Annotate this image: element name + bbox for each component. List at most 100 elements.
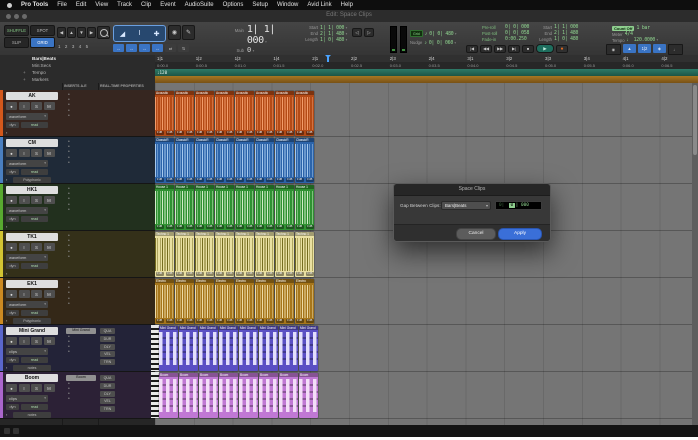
audio-clip[interactable]: Electro0 dB0 dB <box>235 279 254 325</box>
elastic-audio-plugin-selector[interactable]: Polyphonic <box>13 177 51 183</box>
audio-clip[interactable]: ClassicR0 dB0 dB <box>175 138 194 184</box>
fast-forward-button[interactable]: ▶▶ <box>494 45 506 53</box>
dyn-button[interactable]: dyn <box>6 310 19 317</box>
audio-clip[interactable]: Mini Grand <box>259 326 278 372</box>
automation-mode-selector[interactable]: read <box>21 357 48 364</box>
menu-item-pro-tools[interactable]: Pro Tools <box>21 2 48 8</box>
audio-clip[interactable]: Techno 10 dB0 dB <box>235 232 254 278</box>
input-monitor-button[interactable]: I <box>19 290 30 298</box>
audio-clip[interactable]: Mini Grand <box>279 326 298 372</box>
zoom-preset-number-2[interactable]: 2 <box>65 44 68 49</box>
zoom-out-vertical-icon[interactable]: ▼ <box>77 27 86 38</box>
track-options-icon[interactable]: ▪ <box>6 224 7 229</box>
clip-gain-badge[interactable]: 0 dB <box>276 319 284 323</box>
automation-mode-selector[interactable]: read <box>21 263 48 270</box>
clip-gain-badge[interactable]: 0 dB <box>246 131 254 135</box>
add-tempo-icon[interactable]: + <box>23 69 26 76</box>
clip-gain-badge[interactable]: 0 dB <box>256 272 264 276</box>
audio-clip[interactable]: ClassicR0 dB0 dB <box>295 138 314 184</box>
gap-value-field[interactable]: 0| 0 | 000 <box>495 201 542 210</box>
clip-gain-badge[interactable]: 0 dB <box>216 319 224 323</box>
ruler-min-secs[interactable]: Min:Secs <box>0 62 155 69</box>
link-timeline-edit[interactable]: ⇄ <box>165 44 176 52</box>
apply-button[interactable]: Apply <box>498 228 542 240</box>
record-enable-button[interactable]: ● <box>6 384 17 392</box>
zoom-preset-number-4[interactable]: 4 <box>79 44 82 49</box>
audio-clip[interactable]: ClassicR0 dB0 dB <box>215 138 234 184</box>
menu-item-avid-link[interactable]: Avid Link <box>307 2 331 8</box>
rtp-dur-button[interactable]: DUR <box>100 336 115 342</box>
clip-gain-badge[interactable]: 0 dB <box>236 272 244 276</box>
track-view-selector[interactable]: clips <box>6 348 48 355</box>
dyn-button[interactable]: dyn <box>6 122 19 129</box>
menu-item-help[interactable]: Help <box>341 2 353 8</box>
dyn-button[interactable]: dyn <box>6 404 19 411</box>
clip-gain-badge[interactable]: 0 dB <box>276 178 284 182</box>
clip-gain-badge[interactable]: 0 dB <box>306 178 314 182</box>
track-lane-cm[interactable]: ClassicR0 dB0 dBClassicR0 dB0 dBClassicR… <box>155 137 698 184</box>
audio-clip[interactable]: Boom <box>299 373 318 419</box>
zoom-preset-number-5[interactable]: 5 <box>86 44 89 49</box>
audio-clip[interactable]: Electro0 dB0 dB <box>255 279 274 325</box>
menu-item-clip[interactable]: Clip <box>141 2 151 8</box>
clip-gain-badge[interactable]: 0 dB <box>166 225 174 229</box>
insert-slot[interactable]: • <box>66 350 96 355</box>
audio-clip[interactable]: Acoustic0 dB0 dB <box>295 91 314 137</box>
clip-gain-badge[interactable]: 0 dB <box>176 225 184 229</box>
audio-clip[interactable]: Mini Grand <box>239 326 258 372</box>
track-lane-ak[interactable]: Acoustic0 dB0 dBAcoustic0 dB0 dBAcoustic… <box>155 90 698 137</box>
clip-gain-badge[interactable]: 0 dB <box>246 319 254 323</box>
record-enable-button[interactable]: ● <box>6 102 17 110</box>
clip-gain-badge[interactable]: 0 dB <box>246 225 254 229</box>
midi-view-chip[interactable]: notes <box>13 365 51 371</box>
audio-clip[interactable]: House 10 dB0 dB <box>235 185 254 231</box>
insert-slot[interactable]: • <box>66 255 96 260</box>
clip-gain-badge[interactable]: 0 dB <box>156 178 164 182</box>
clip-gain-badge[interactable]: 0 dB <box>186 319 194 323</box>
clip-gain-badge[interactable]: 0 dB <box>256 225 264 229</box>
clip-gain-badge[interactable]: 0 dB <box>236 178 244 182</box>
rtp-trn-button[interactable]: TRN <box>100 406 115 412</box>
clip-gain-badge[interactable]: 0 dB <box>306 225 314 229</box>
dyn-button[interactable]: dyn <box>6 357 19 364</box>
clip-gain-badge[interactable]: 0 dB <box>216 131 224 135</box>
audio-clip[interactable]: ClassicR0 dB0 dB <box>235 138 254 184</box>
link-track-selection[interactable]: ⇅ <box>178 44 189 52</box>
solo-button[interactable]: S <box>31 290 42 298</box>
mute-button[interactable]: M <box>44 243 55 251</box>
tempo-value[interactable]: 120.0000 <box>634 37 659 43</box>
selector-tool[interactable]: I <box>131 26 148 41</box>
count-off-chip[interactable]: Count Off <box>612 26 634 31</box>
clip-gain-badge[interactable]: 0 dB <box>206 272 214 276</box>
track-lane-boom[interactable]: BoomBoomBoomBoomBoomBoomBoomBoom <box>155 372 698 419</box>
clip-gain-badge[interactable]: 0 dB <box>226 272 234 276</box>
zoom-preset-4[interactable]: ↔ <box>152 44 163 52</box>
rtp-dly-button[interactable]: DLY <box>100 344 115 350</box>
track-options-icon[interactable]: ▪ <box>6 177 7 182</box>
rtp-trn-button[interactable]: TRN <box>100 359 115 365</box>
playhead-marker[interactable] <box>327 55 329 62</box>
meter-value[interactable]: 4/4 <box>625 32 633 37</box>
audio-clip[interactable]: Electro0 dB0 dB <box>275 279 294 325</box>
audio-clip[interactable]: Techno 10 dB0 dB <box>295 232 314 278</box>
dialog-title[interactable]: Space Clips <box>394 184 550 196</box>
clip-gain-badge[interactable]: 0 dB <box>226 319 234 323</box>
mute-button[interactable]: M <box>44 384 55 392</box>
ruler-markers[interactable]: +Markers <box>0 76 155 83</box>
clip-gain-badge[interactable]: 0 dB <box>186 225 194 229</box>
record-button[interactable]: ● <box>556 45 568 53</box>
scrollbar-thumb[interactable] <box>693 85 697 155</box>
edit-mode-slip[interactable]: SLIP <box>4 37 29 48</box>
clip-gain-badge[interactable]: 0 dB <box>296 319 304 323</box>
grid-value[interactable]: 0| 0| 480 <box>429 31 456 37</box>
clip-gain-badge[interactable]: 0 dB <box>306 131 314 135</box>
track-name[interactable]: EK1 <box>6 280 58 288</box>
track-name[interactable]: Boom <box>6 374 58 382</box>
audio-clip[interactable]: Techno 10 dB0 dB <box>275 232 294 278</box>
insert-slot[interactable]: • <box>66 208 96 213</box>
cancel-button[interactable]: Cancel <box>456 228 496 240</box>
play-button[interactable]: ▶ <box>536 44 554 53</box>
track-color-strip[interactable] <box>0 372 3 418</box>
track-view-selector[interactable]: waveform <box>6 254 48 261</box>
clip-gain-badge[interactable]: 0 dB <box>196 225 204 229</box>
